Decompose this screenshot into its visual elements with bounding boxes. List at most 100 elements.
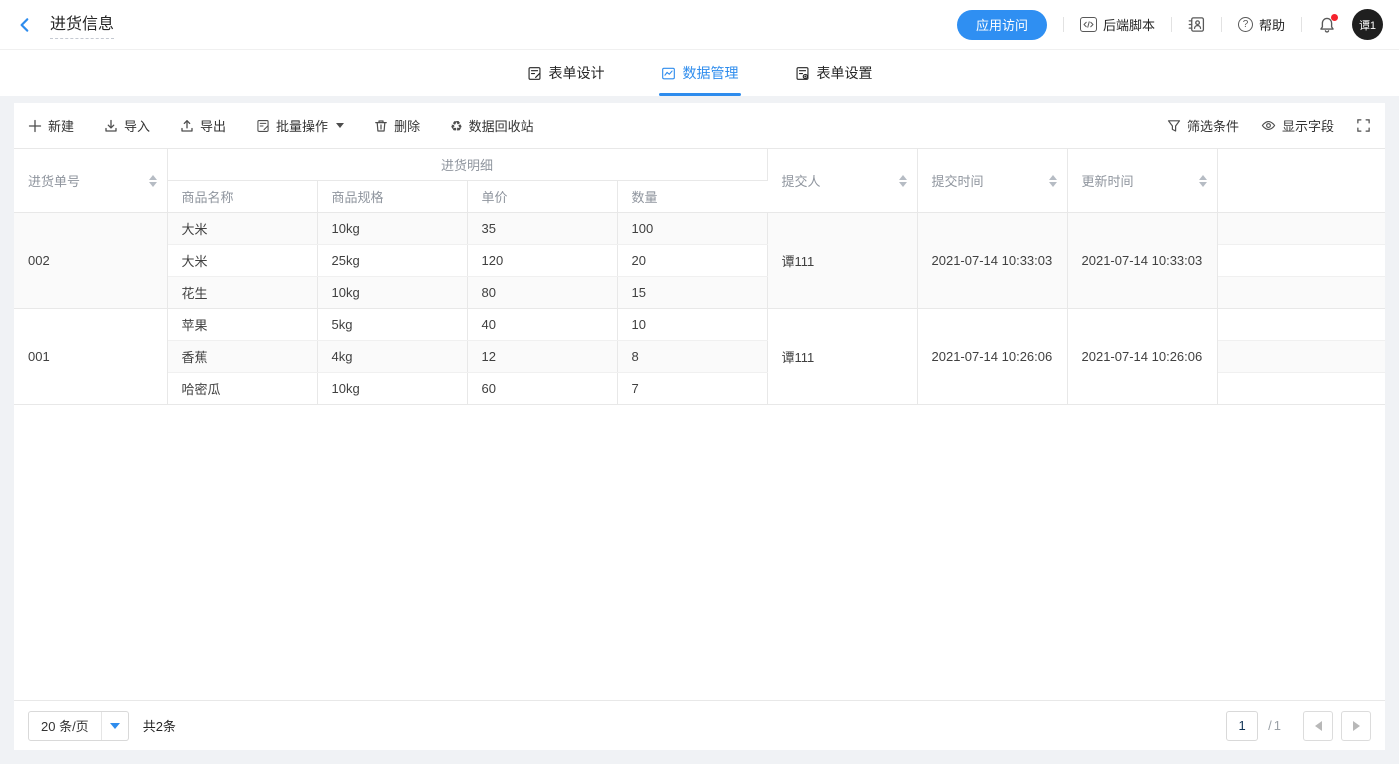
cell-unit-price[interactable]: 35 — [467, 213, 617, 245]
column-header-order-no[interactable]: 进货单号 — [14, 149, 167, 213]
delete-button[interactable]: 删除 — [374, 116, 420, 135]
cell-update-time[interactable]: 2021-07-14 10:26:06 — [1067, 309, 1217, 405]
divider — [1301, 17, 1302, 32]
show-fields-label: 显示字段 — [1282, 116, 1334, 135]
cell-order-no[interactable]: 002 — [14, 213, 167, 309]
cell-unit-price[interactable]: 12 — [467, 341, 617, 373]
cell-product-name[interactable]: 苹果 — [167, 309, 317, 341]
backend-script-label: 后端脚本 — [1103, 15, 1155, 34]
filter-button[interactable]: 筛选条件 — [1167, 116, 1239, 135]
app-access-button[interactable]: 应用访问 — [957, 10, 1047, 40]
sort-icon[interactable] — [1199, 175, 1207, 187]
cell-update-time[interactable]: 2021-07-14 10:33:03 — [1067, 213, 1217, 309]
column-header-submit-time[interactable]: 提交时间 — [917, 149, 1067, 213]
cell-unit-price[interactable]: 40 — [467, 309, 617, 341]
address-book-icon — [1188, 16, 1205, 33]
cell-quantity[interactable]: 10 — [617, 309, 767, 341]
select-caret-box[interactable] — [101, 712, 128, 740]
column-label: 提交时间 — [932, 171, 984, 190]
page-number-input[interactable] — [1226, 711, 1258, 741]
cell-spec[interactable]: 5kg — [317, 309, 467, 341]
next-page-button[interactable] — [1341, 711, 1371, 741]
column-label: 进货单号 — [28, 171, 80, 190]
sort-icon[interactable] — [899, 175, 907, 187]
new-button[interactable]: 新建 — [28, 116, 74, 135]
cell-spec[interactable]: 10kg — [317, 277, 467, 309]
prev-page-button[interactable] — [1303, 711, 1333, 741]
cell-submitter[interactable]: 谭111 — [767, 213, 917, 309]
cell-spec[interactable]: 10kg — [317, 373, 467, 405]
cell-order-no[interactable]: 001 — [14, 309, 167, 405]
cell-submitter[interactable]: 谭111 — [767, 309, 917, 405]
column-header-spec: 商品规格 — [317, 181, 467, 213]
top-header: 进货信息 应用访问 后端脚本 ? 帮助 谭1 — [0, 0, 1399, 50]
recycle-bin-button[interactable]: ♻ 数据回收站 — [450, 116, 534, 135]
cell-product-name[interactable]: 大米 — [167, 245, 317, 277]
fullscreen-button[interactable] — [1356, 118, 1371, 133]
total-count: 共2条 — [143, 716, 176, 735]
cell-spec[interactable]: 25kg — [317, 245, 467, 277]
toolbar-right: 筛选条件 显示字段 — [1167, 116, 1371, 135]
cell-product-name[interactable]: 香蕉 — [167, 341, 317, 373]
funnel-icon — [1167, 119, 1181, 133]
cell-empty — [1217, 341, 1385, 373]
back-button[interactable] — [16, 16, 34, 34]
column-header-update-time[interactable]: 更新时间 — [1067, 149, 1217, 213]
cell-quantity[interactable]: 20 — [617, 245, 767, 277]
cell-unit-price[interactable]: 120 — [467, 245, 617, 277]
export-icon — [180, 119, 194, 133]
import-label: 导入 — [124, 116, 150, 135]
table-row[interactable]: 001 苹果 5kg 40 10 谭111 2021-07-14 10:26:0… — [14, 309, 1385, 341]
export-button[interactable]: 导出 — [180, 116, 226, 135]
form-settings-icon — [795, 66, 810, 81]
cell-empty — [1217, 309, 1385, 341]
tab-form-design[interactable]: 表单设计 — [527, 50, 605, 96]
cell-spec[interactable]: 10kg — [317, 213, 467, 245]
show-fields-button[interactable]: 显示字段 — [1261, 116, 1334, 135]
import-button[interactable]: 导入 — [104, 116, 150, 135]
contacts-button[interactable] — [1188, 16, 1205, 33]
cell-submit-time[interactable]: 2021-07-14 10:33:03 — [917, 213, 1067, 309]
cell-spec[interactable]: 4kg — [317, 341, 467, 373]
sort-icon[interactable] — [149, 175, 157, 187]
column-header-empty — [1217, 149, 1385, 213]
table-header: 进货单号 进货明细 提交人 提交时间 — [14, 149, 1385, 213]
tab-form-settings[interactable]: 表单设置 — [795, 50, 873, 96]
batch-edit-icon — [256, 119, 270, 133]
cell-quantity[interactable]: 100 — [617, 213, 767, 245]
arrow-right-icon — [1353, 721, 1360, 731]
tab-data-management[interactable]: 数据管理 — [661, 50, 739, 96]
spacer — [0, 96, 1399, 103]
cell-quantity[interactable]: 7 — [617, 373, 767, 405]
column-label: 商品规格 — [332, 190, 384, 205]
column-label: 进货明细 — [441, 158, 493, 173]
column-header-submitter[interactable]: 提交人 — [767, 149, 917, 213]
page-size-select[interactable]: 20 条/页 — [28, 711, 129, 741]
sort-icon[interactable] — [1049, 175, 1057, 187]
page-title[interactable]: 进货信息 — [50, 10, 114, 39]
plus-icon — [28, 119, 42, 133]
cell-quantity[interactable]: 15 — [617, 277, 767, 309]
data-table: 进货单号 进货明细 提交人 提交时间 — [14, 148, 1385, 405]
avatar[interactable]: 谭1 — [1352, 9, 1383, 40]
column-header-quantity: 数量 — [617, 181, 767, 213]
batch-operation-label: 批量操作 — [276, 116, 328, 135]
backend-script-button[interactable]: 后端脚本 — [1080, 15, 1155, 34]
pagination-right: /1 — [1226, 711, 1371, 741]
help-button[interactable]: ? 帮助 — [1238, 15, 1285, 34]
cell-quantity[interactable]: 8 — [617, 341, 767, 373]
page-size-value: 20 条/页 — [29, 716, 101, 735]
batch-operation-button[interactable]: 批量操作 — [256, 116, 344, 135]
table-row[interactable]: 002 大米 10kg 35 100 谭111 2021-07-14 10:33… — [14, 213, 1385, 245]
cell-product-name[interactable]: 花生 — [167, 277, 317, 309]
column-label: 提交人 — [782, 171, 821, 190]
cell-product-name[interactable]: 哈密瓜 — [167, 373, 317, 405]
cell-product-name[interactable]: 大米 — [167, 213, 317, 245]
notification-button[interactable] — [1318, 16, 1336, 34]
cell-submit-time[interactable]: 2021-07-14 10:26:06 — [917, 309, 1067, 405]
data-management-icon — [661, 66, 676, 81]
cell-unit-price[interactable]: 80 — [467, 277, 617, 309]
column-header-detail-group: 进货明细 — [167, 149, 767, 181]
page-total: /1 — [1268, 718, 1283, 733]
cell-unit-price[interactable]: 60 — [467, 373, 617, 405]
